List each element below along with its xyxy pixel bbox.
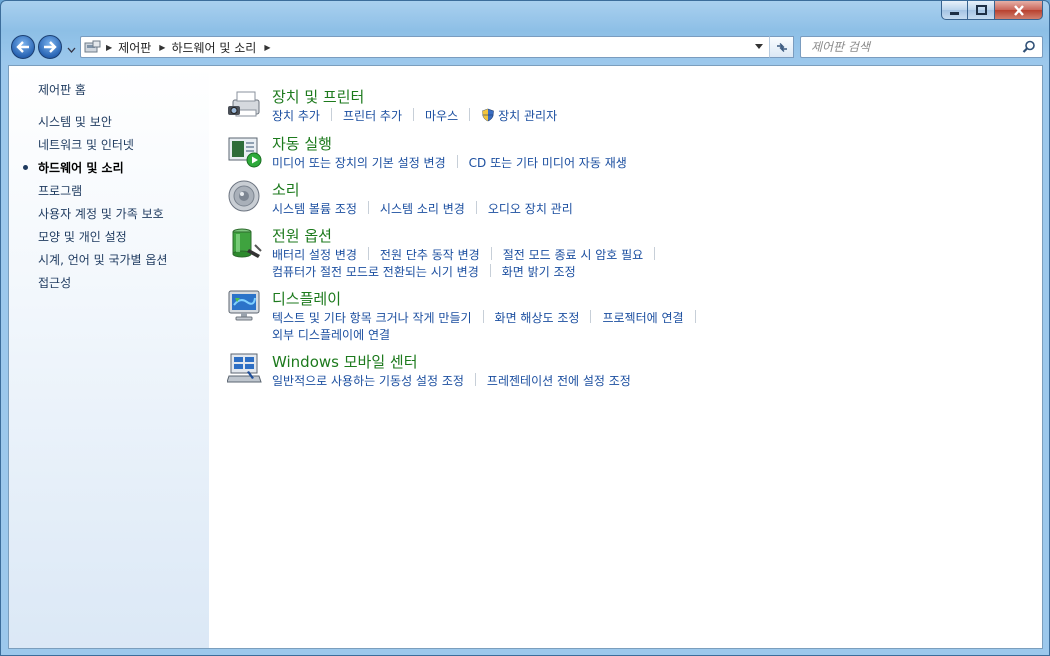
link-change-system-sounds[interactable]: 시스템 소리 변경: [380, 200, 465, 217]
breadcrumb-separator-icon[interactable]: ▶: [159, 43, 165, 52]
link-row: 미디어 또는 장치의 기본 설정 변경 CD 또는 기타 미디어 자동 재생: [272, 154, 627, 171]
link-adjust-presentation-settings[interactable]: 프레젠테이션 전에 설정 조정: [487, 372, 631, 389]
minimize-icon: [950, 11, 959, 15]
link-separator: [490, 247, 492, 260]
link-connect-to-projector[interactable]: 프로젝터에 연결: [602, 309, 683, 326]
link-row: 외부 디스플레이에 연결: [272, 326, 390, 343]
forward-arrow-icon: [44, 41, 57, 53]
link-add-printer[interactable]: 프린터 추가: [343, 107, 402, 124]
link-connect-external-display[interactable]: 외부 디스플레이에 연결: [272, 326, 390, 343]
link-make-text-larger-smaller[interactable]: 텍스트 및 기타 항목 크거나 작게 만들기: [272, 309, 472, 326]
search-input[interactable]: [809, 39, 1023, 55]
control-panel-icon: [84, 40, 101, 53]
chevron-down-icon: [67, 47, 76, 53]
category-title-mobility-center[interactable]: Windows 모바일 센터: [272, 351, 418, 372]
link-separator: [456, 155, 458, 168]
control-panel-window: ▶ 제어판 ▶ 하드웨어 및 소리 ▶ 제어판 홈 시스템 및 보안 네트워크 …: [0, 0, 1050, 656]
link-autoplay-cds[interactable]: CD 또는 기타 미디어 자동 재생: [469, 154, 627, 171]
maximize-icon: [975, 4, 987, 15]
link-change-sleep-time[interactable]: 컴퓨터가 절전 모드로 전환되는 시기 변경: [272, 263, 479, 280]
link-change-default-media-settings[interactable]: 미디어 또는 장치의 기본 설정 변경: [272, 154, 446, 171]
sidebar-item-system-security[interactable]: 시스템 및 보안: [38, 113, 112, 130]
link-separator: [489, 264, 491, 277]
link-row: 일반적으로 사용하는 기동성 설정 조정 프레젠테이션 전에 설정 조정: [272, 372, 631, 389]
back-button[interactable]: [11, 35, 35, 59]
back-arrow-icon: [16, 41, 29, 53]
sidebar-item-appearance[interactable]: 모양 및 개인 설정: [38, 228, 127, 245]
breadcrumb-control-panel[interactable]: 제어판: [118, 39, 151, 56]
link-add-device[interactable]: 장치 추가: [272, 107, 320, 124]
sidebar-item-accessibility[interactable]: 접근성: [38, 274, 71, 291]
category-title-devices-printers[interactable]: 장치 및 프린터: [272, 86, 364, 107]
battery-icon: [232, 228, 262, 258]
link-separator: [590, 310, 592, 323]
link-device-manager-label: 장치 관리자: [498, 109, 558, 123]
link-change-battery-settings[interactable]: 배터리 설정 변경: [272, 246, 357, 263]
category-title-power-options[interactable]: 전원 옵션: [272, 225, 332, 246]
search-button[interactable]: [1022, 40, 1036, 57]
content-area: 제어판 홈 시스템 및 보안 네트워크 및 인터넷 하드웨어 및 소리 프로그램…: [8, 65, 1043, 649]
link-separator: [482, 310, 484, 323]
link-row: 배터리 설정 변경 전원 단추 동작 변경 절전 모드 종료 시 암호 필요: [272, 246, 666, 263]
address-dropdown-icon[interactable]: [755, 44, 763, 49]
link-adjust-mobility-settings[interactable]: 일반적으로 사용하는 기동성 설정 조정: [272, 372, 464, 389]
breadcrumb-separator-icon[interactable]: ▶: [264, 43, 270, 52]
sidebar-item-user-accounts[interactable]: 사용자 계정 및 가족 보호: [38, 205, 164, 222]
link-separator: [330, 108, 332, 121]
printer-camera-icon: [228, 91, 260, 117]
link-adjust-system-volume[interactable]: 시스템 볼륨 조정: [272, 200, 357, 217]
forward-button[interactable]: [38, 35, 62, 59]
link-require-password-on-wakeup[interactable]: 절전 모드 종료 시 암호 필요: [503, 246, 644, 263]
link-row: 장치 추가 프린터 추가 마우스 장치 관리자: [272, 107, 557, 124]
refresh-button[interactable]: [769, 36, 794, 58]
close-icon: [1013, 4, 1024, 16]
link-separator: [367, 247, 369, 260]
category-title-display[interactable]: 디스플레이: [272, 288, 341, 309]
sidebar: 제어판 홈 시스템 및 보안 네트워크 및 인터넷 하드웨어 및 소리 프로그램…: [9, 66, 209, 648]
sidebar-item-hardware-sound[interactable]: 하드웨어 및 소리: [38, 159, 124, 176]
link-separator: [474, 373, 476, 386]
link-adjust-screen-resolution[interactable]: 화면 해상도 조정: [495, 309, 580, 326]
sidebar-item-home[interactable]: 제어판 홈: [38, 81, 86, 98]
sidebar-item-programs[interactable]: 프로그램: [38, 182, 82, 199]
address-bar[interactable]: ▶ 제어판 ▶ 하드웨어 및 소리 ▶: [80, 36, 794, 58]
minimize-button[interactable]: [941, 1, 968, 20]
link-separator: [475, 201, 477, 214]
speaker-icon: [228, 180, 260, 212]
sidebar-item-clock-language[interactable]: 시계, 언어 및 국가별 옵션: [38, 251, 167, 268]
sidebar-item-network[interactable]: 네트워크 및 인터넷: [38, 136, 134, 153]
link-separator: [694, 310, 696, 323]
link-separator: [469, 108, 471, 121]
search-box[interactable]: [800, 36, 1043, 58]
uac-shield-icon: [482, 108, 494, 122]
search-icon: [1022, 40, 1035, 53]
close-button[interactable]: [995, 1, 1043, 20]
breadcrumb-hardware-sound[interactable]: 하드웨어 및 소리: [171, 39, 256, 56]
monitor-icon: [228, 290, 260, 321]
link-row: 시스템 볼륨 조정 시스템 소리 변경 오디오 장치 관리: [272, 200, 573, 217]
link-separator: [413, 108, 414, 121]
link-adjust-screen-brightness[interactable]: 화면 밝기 조정: [502, 263, 576, 280]
breadcrumb-separator-icon[interactable]: ▶: [106, 43, 112, 52]
link-mouse[interactable]: 마우스: [425, 107, 458, 124]
maximize-button[interactable]: [968, 1, 995, 20]
recent-pages-dropdown[interactable]: [67, 43, 76, 57]
refresh-icon: [776, 42, 787, 52]
mobility-center-icon: [227, 353, 262, 383]
autoplay-icon: [228, 137, 262, 168]
link-row: 컴퓨터가 절전 모드로 전환되는 시기 변경 화면 밝기 조정: [272, 263, 576, 280]
active-bullet-icon: [23, 165, 28, 170]
link-separator: [367, 201, 369, 214]
link-manage-audio-devices[interactable]: 오디오 장치 관리: [488, 200, 573, 217]
caption-buttons: [941, 1, 1043, 21]
category-title-autoplay[interactable]: 자동 실행: [272, 133, 332, 154]
category-title-sound[interactable]: 소리: [272, 179, 300, 200]
link-row: 텍스트 및 기타 항목 크거나 작게 만들기 화면 해상도 조정 프로젝터에 연…: [272, 309, 707, 326]
link-change-power-buttons[interactable]: 전원 단추 동작 변경: [380, 246, 480, 263]
link-device-manager[interactable]: 장치 관리자: [481, 107, 557, 124]
link-separator: [654, 247, 656, 260]
